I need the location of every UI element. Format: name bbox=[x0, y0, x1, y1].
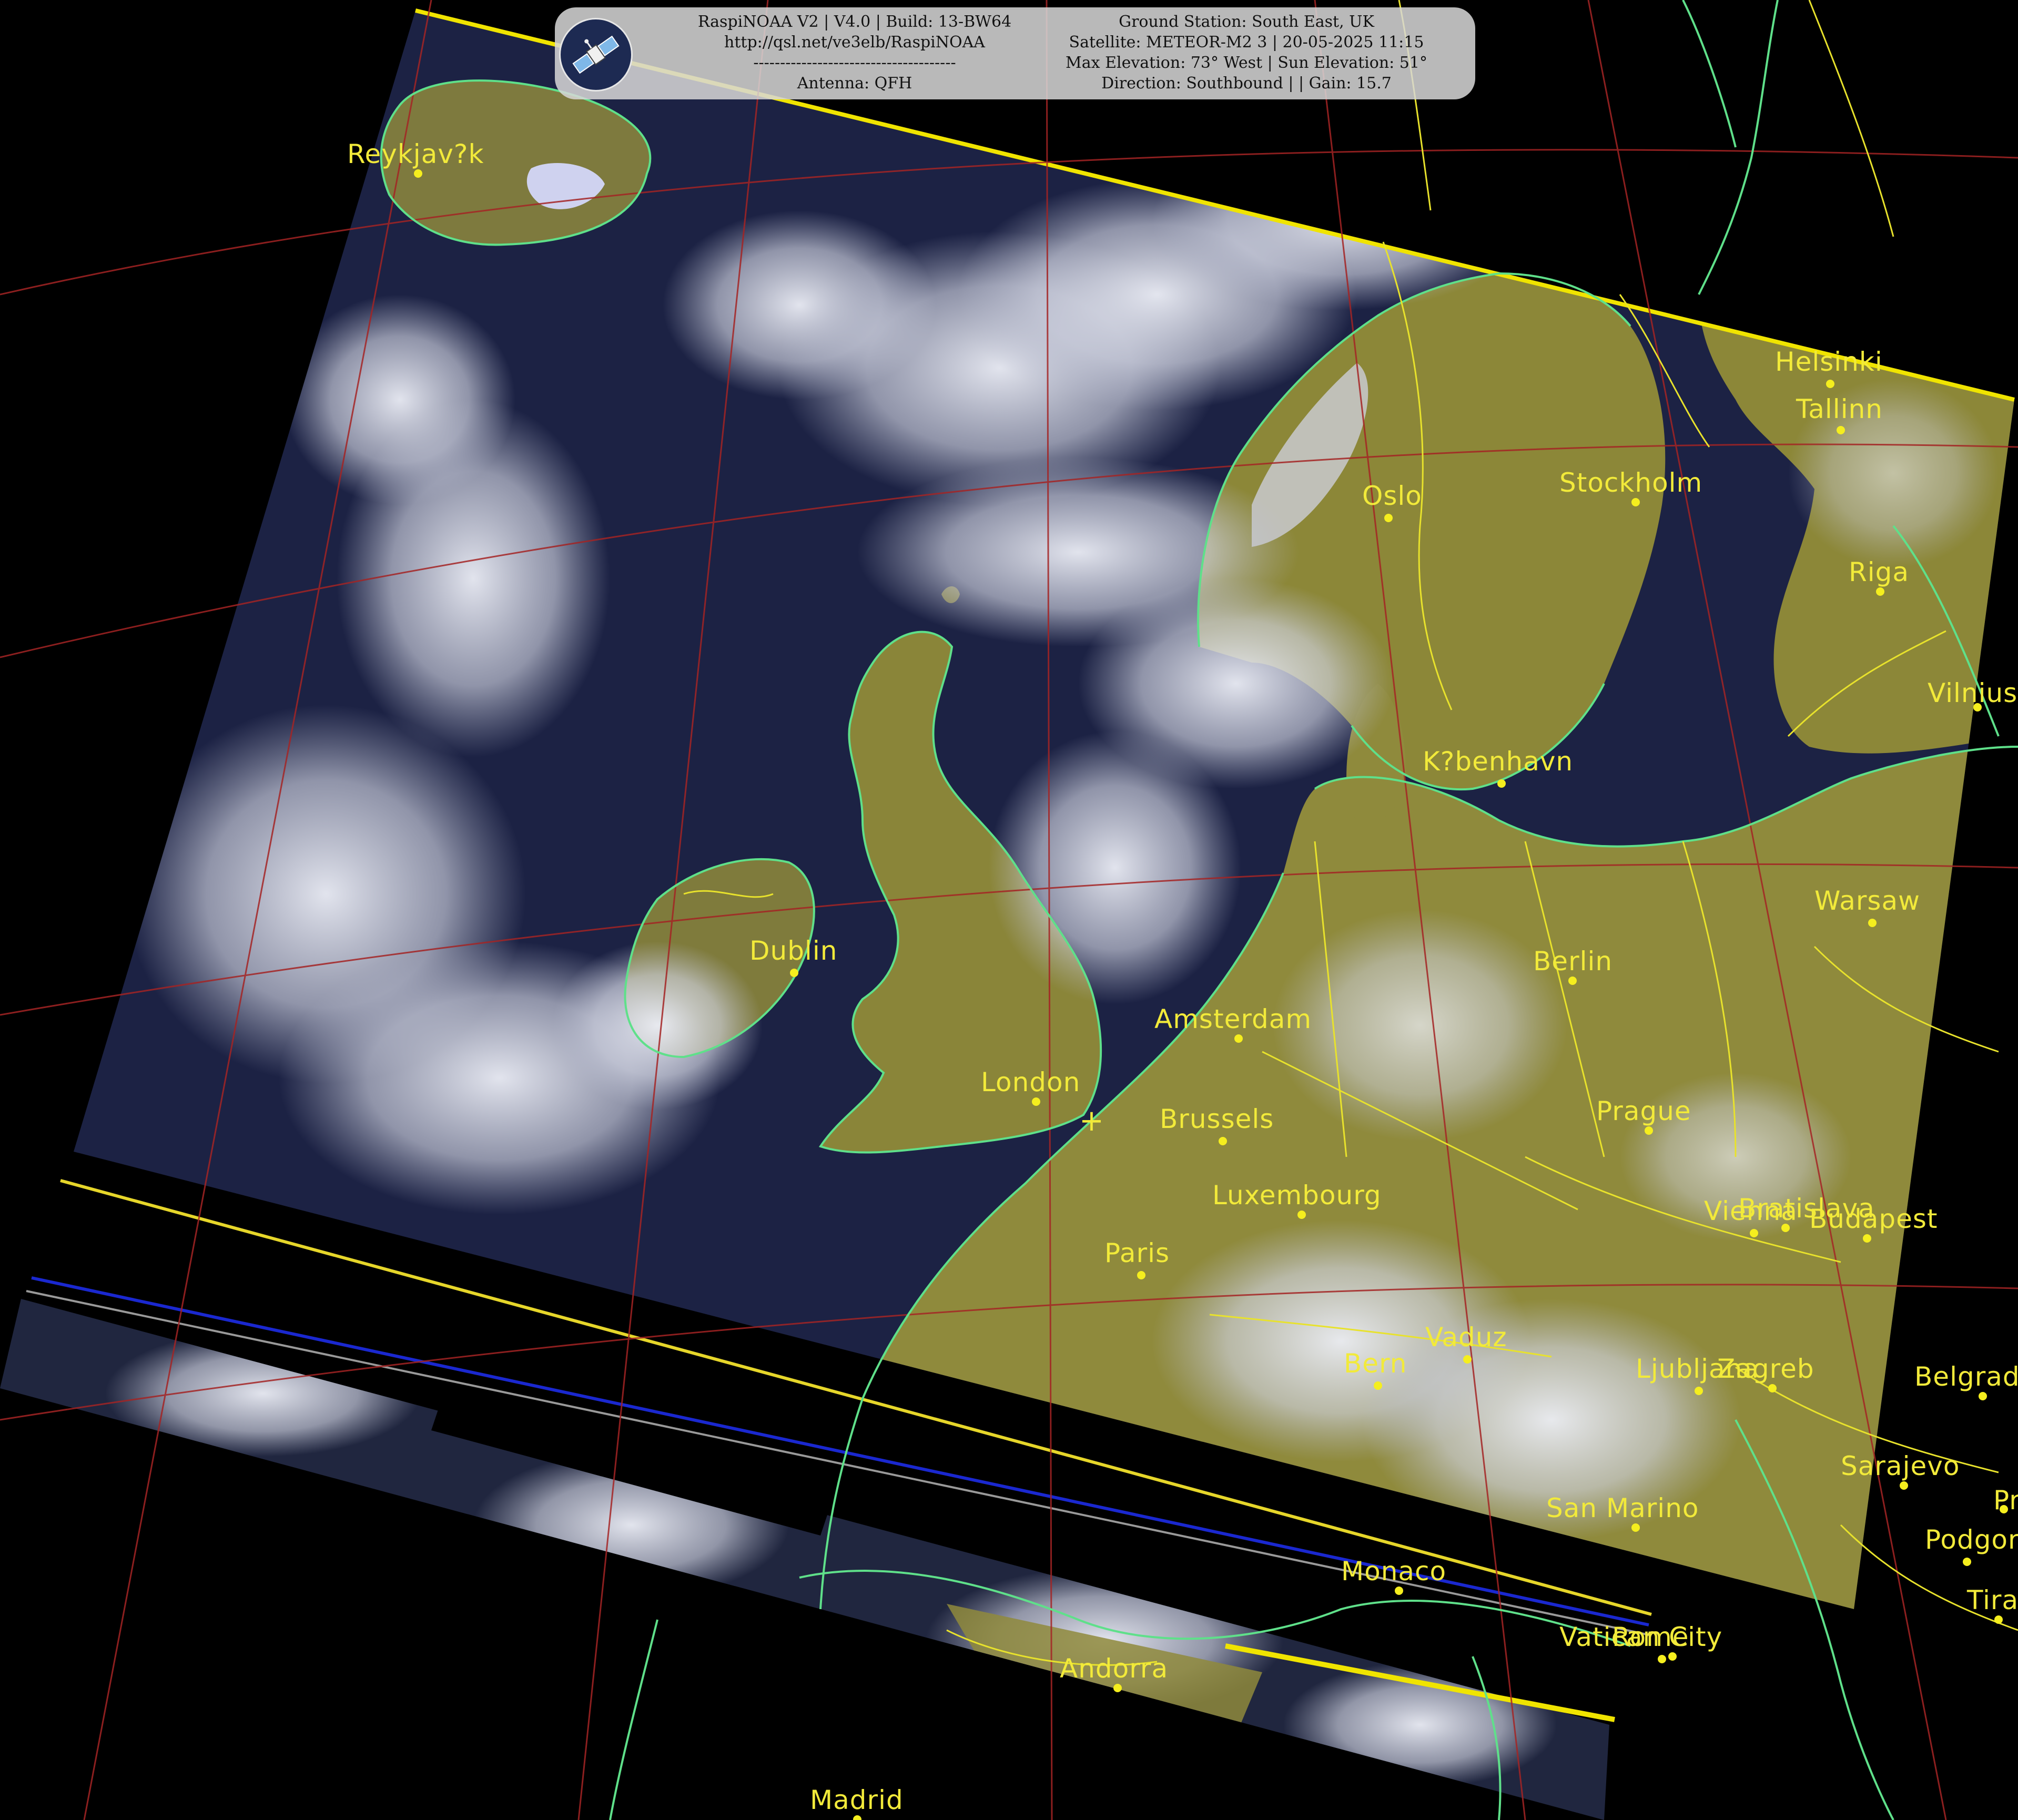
info-version: RaspiNOAA V2 | V4.0 | Build: 13-BW64 bbox=[697, 13, 1012, 31]
city-label: Luxembourg bbox=[1212, 1180, 1382, 1211]
satellite-map: Reykjav?k Helsinki Tallinn Oslo Stockholm Rig… bbox=[0, 0, 2018, 1820]
ground-station-marker: + bbox=[1079, 1104, 1104, 1138]
city-dot bbox=[1219, 1137, 1227, 1145]
city-label: Vienna bbox=[1704, 1196, 1798, 1226]
city-label: Vilnius bbox=[1928, 678, 2017, 708]
city-dot bbox=[1768, 1384, 1777, 1392]
city-label: Vatican City bbox=[1559, 1622, 1722, 1652]
city-dot bbox=[1297, 1211, 1306, 1219]
city-label: Dublin bbox=[749, 936, 837, 966]
info-ground-station: Ground Station: South East, UK bbox=[1119, 13, 1374, 31]
city-label: Belgrade bbox=[1914, 1361, 2018, 1392]
info-right-column: Ground Station: South East, UK Satellite… bbox=[1018, 12, 1475, 94]
city-label: Zagreb bbox=[1717, 1354, 1814, 1384]
city-dot bbox=[1032, 1097, 1040, 1106]
info-url[interactable]: http://qsl.net/ve3elb/RaspiNOAA bbox=[634, 32, 1076, 53]
city-label: Brussels bbox=[1160, 1104, 1274, 1134]
city-label: Berlin bbox=[1533, 946, 1613, 977]
city-label: Riga bbox=[1849, 557, 1909, 587]
city-marker: Madrid bbox=[810, 1785, 904, 1820]
city-dot bbox=[1631, 1523, 1640, 1532]
city-dot bbox=[1631, 498, 1640, 506]
city-dot bbox=[1645, 1126, 1653, 1135]
map-stage: Reykjav?k Helsinki Tallinn Oslo Stockholm Rig… bbox=[0, 0, 2018, 1820]
city-label: Paris bbox=[1104, 1238, 1170, 1268]
city-label: Sarajevo bbox=[1841, 1451, 1960, 1481]
city-dot bbox=[1868, 919, 1877, 927]
city-label: Tallinn bbox=[1796, 394, 1883, 424]
city-dot bbox=[1826, 380, 1834, 388]
city-marker: Vilnius bbox=[1928, 678, 2017, 711]
city-dot bbox=[1463, 1355, 1472, 1364]
city-dot bbox=[1979, 1392, 1987, 1400]
city-dot bbox=[790, 969, 798, 977]
info-antenna: Antenna: QFH bbox=[797, 74, 912, 93]
pass-info-panel: RaspiNOAA V2 | V4.0 | Build: 13-BW64 htt… bbox=[555, 7, 1475, 99]
city-label: Vaduz bbox=[1425, 1322, 1507, 1353]
city-label: Tirana bbox=[1966, 1585, 2018, 1615]
city-dot bbox=[1384, 514, 1393, 522]
city-label: Oslo bbox=[1362, 481, 1422, 511]
city-label: London bbox=[981, 1067, 1080, 1097]
city-label: San Marino bbox=[1546, 1493, 1699, 1523]
info-direction: Direction: Southbound | | Gain: 15.7 bbox=[1101, 74, 1392, 93]
city-label: Reykjav?k bbox=[347, 139, 484, 169]
info-elevation: Max Elevation: 73° West | Sun Elevation:… bbox=[1066, 54, 1427, 72]
city-dot bbox=[1568, 977, 1577, 985]
city-label: K?benhavn bbox=[1423, 746, 1573, 777]
city-marker: Pr bbox=[1993, 1485, 2018, 1516]
city-label: Prague bbox=[1596, 1096, 1691, 1126]
city-dot bbox=[1497, 779, 1506, 788]
city-label: Amsterdam bbox=[1154, 1004, 1312, 1034]
city-dot bbox=[1837, 426, 1845, 434]
satellite-icon bbox=[559, 18, 633, 91]
city-dot bbox=[1668, 1652, 1677, 1661]
city-label: Monaco bbox=[1341, 1556, 1446, 1587]
city-label: Bern bbox=[1344, 1348, 1407, 1379]
info-separator: -------------------------------------- bbox=[753, 54, 956, 72]
city-dot bbox=[1234, 1034, 1243, 1043]
city-label: Warsaw bbox=[1814, 886, 1920, 916]
city-dot bbox=[1137, 1271, 1145, 1279]
city-dot bbox=[1113, 1684, 1122, 1692]
city-dot bbox=[1994, 1615, 2003, 1624]
city-dot bbox=[1695, 1387, 1703, 1395]
info-left-column: RaspiNOAA V2 | V4.0 | Build: 13-BW64 htt… bbox=[634, 12, 1076, 94]
city-dot bbox=[1963, 1558, 1971, 1566]
city-dot bbox=[414, 169, 422, 178]
city-label: Pr bbox=[1993, 1485, 2018, 1516]
city-dot bbox=[1900, 1481, 1908, 1490]
city-label: Stockholm bbox=[1559, 467, 1702, 498]
city-label: Madrid bbox=[810, 1785, 904, 1815]
info-satellite: Satellite: METEOR-M2 3 | 20-05-2025 11:1… bbox=[1069, 33, 1424, 52]
city-dot bbox=[1374, 1381, 1382, 1390]
city-label: Andorra bbox=[1060, 1653, 1168, 1684]
city-dot bbox=[1876, 587, 1884, 596]
city-label: Helsinki bbox=[1775, 347, 1883, 377]
city-dot bbox=[1658, 1655, 1666, 1663]
city-label: Budapest bbox=[1809, 1204, 1938, 1234]
city-dot bbox=[1750, 1229, 1758, 1237]
city-label: Podgorica bbox=[1925, 1524, 2018, 1555]
city-dot bbox=[1395, 1587, 1403, 1595]
city-dot bbox=[1863, 1234, 1871, 1243]
